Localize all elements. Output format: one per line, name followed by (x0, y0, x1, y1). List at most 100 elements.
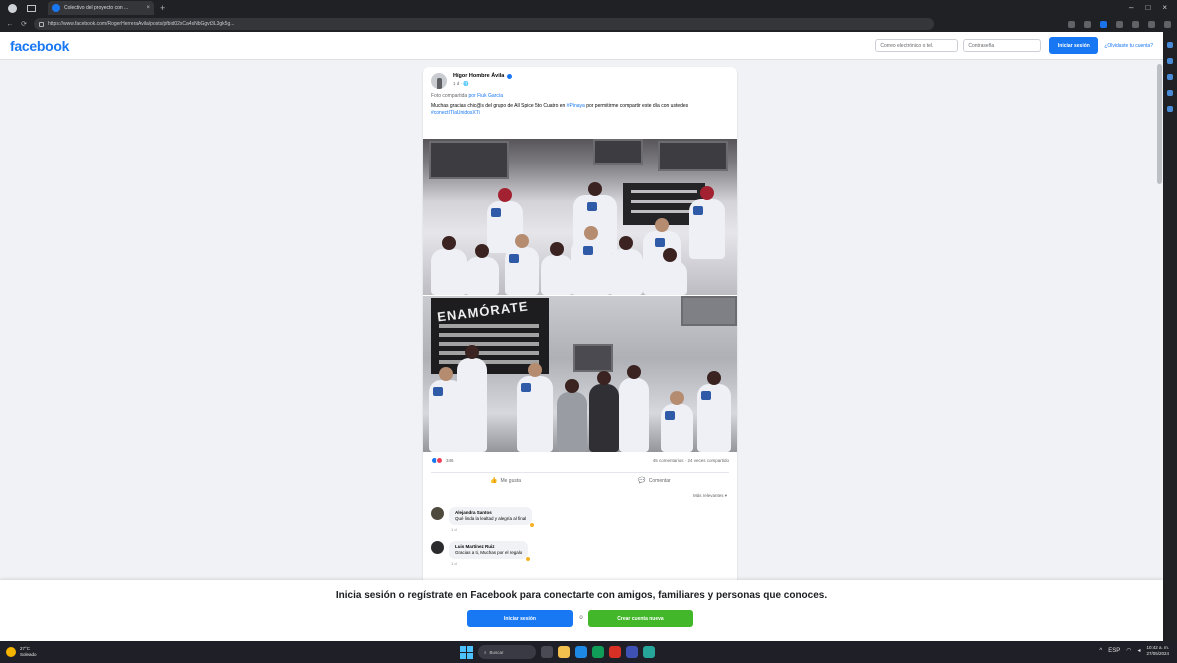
collections-icon[interactable] (1148, 20, 1155, 28)
caption-tag-link[interactable]: #Pinaya (567, 103, 585, 109)
workspaces-icon[interactable] (27, 4, 36, 12)
favorites-icon[interactable] (1132, 20, 1139, 28)
clock-time: 10:42 a. m. (1146, 645, 1169, 650)
reaction-emoji-icon (529, 522, 536, 528)
lock-icon (39, 21, 44, 27)
commenter-avatar[interactable] (431, 541, 444, 554)
verified-badge-icon (507, 73, 513, 79)
comment-icon: 💬 (638, 478, 646, 484)
comment-text: Qué linda la lealtad y alegría al final (455, 516, 527, 521)
back-icon[interactable]: ← (6, 21, 14, 28)
create-account-button[interactable]: Crear cuenta nueva (588, 610, 693, 627)
person (697, 371, 731, 452)
wall-frame (593, 139, 643, 165)
clock[interactable]: 10:42 a. m. 27/05/2024 (1146, 645, 1169, 657)
login-banner-message: Inicia sesión o regístrate en Facebook p… (335, 590, 828, 601)
email-field[interactable]: Correo electrónico o tel. (875, 39, 959, 52)
password-field[interactable]: Contraseña (963, 39, 1042, 52)
person (571, 226, 611, 295)
commenter-name[interactable]: Alejandra Santos (455, 510, 526, 515)
language-indicator[interactable]: ESP (1108, 648, 1120, 654)
person (589, 371, 619, 452)
app-icon[interactable] (609, 646, 621, 658)
banner-login-button[interactable]: Iniciar sesión (467, 610, 573, 627)
extension-icon[interactable] (1116, 20, 1123, 28)
page-scrollbar[interactable] (1156, 60, 1163, 641)
sun-icon (6, 647, 16, 657)
wall-frame (681, 296, 737, 326)
address-bar[interactable]: https://www.facebook.com/RogerHerreraAvi… (34, 18, 934, 30)
sort-comments-dropdown[interactable]: Más relevantes ▾ (693, 493, 727, 499)
close-window-button[interactable]: × (1162, 4, 1167, 12)
start-button[interactable] (460, 645, 473, 659)
sidebar-app-icon[interactable] (1167, 90, 1173, 96)
wall-frame (429, 141, 509, 179)
chevron-up-icon[interactable]: ^ (1099, 648, 1102, 654)
comment-button[interactable]: 💬 Comentar (580, 477, 729, 485)
reaction-emoji-icon (525, 556, 532, 562)
tab-title: Colectivo del proyecto con ... (64, 5, 129, 11)
caption-text-rest: por permitirme compartir este día con us… (586, 103, 689, 109)
taskbar-search[interactable]: ⌕ Buscar (478, 645, 536, 659)
profile-icon[interactable] (8, 3, 17, 13)
sidebar-search-icon[interactable] (1167, 42, 1173, 48)
app-icon[interactable] (643, 646, 655, 658)
sidebar-app-icon[interactable] (1167, 58, 1173, 64)
shared-by-link[interactable]: por Fiuk García (469, 93, 503, 99)
close-tab-icon[interactable]: × (146, 5, 150, 11)
like-button[interactable]: 👍 Me gusta (431, 477, 580, 485)
hashtag-link[interactable]: #conectITlaUnidosXTi (431, 110, 480, 116)
browser-tab[interactable]: Colectivo del proyecto con ... × (48, 1, 154, 15)
comment-age: 1 d (451, 527, 457, 532)
system-tray: ^ ESP ◠ ◂ 10:42 a. m. 27/05/2024 (1099, 645, 1169, 657)
group-photo-1[interactable] (423, 139, 737, 295)
store-icon[interactable] (592, 646, 604, 658)
weather-widget[interactable]: 27°C Soleado (6, 646, 76, 658)
comment-label: Comentar (648, 477, 671, 484)
love-reaction-icon[interactable] (436, 457, 443, 464)
sidebar-app-icon[interactable] (1167, 74, 1173, 80)
extension-icon[interactable] (1084, 20, 1091, 28)
task-view-icon[interactable] (541, 646, 553, 658)
app-icon[interactable] (626, 646, 638, 658)
comments-shares-count[interactable]: 45 comentarios · 24 veces compartido (653, 458, 729, 463)
volume-icon[interactable]: ◂ (1137, 647, 1140, 654)
wifi-icon[interactable]: ◠ (1126, 647, 1131, 654)
wall-frame (658, 141, 728, 171)
facebook-favicon-icon (52, 4, 60, 12)
post-card: Hígor Hombre Ávila 1 d · 🌐 Foto comparti… (423, 67, 737, 587)
post-meta: 1 d · 🌐 (453, 81, 469, 86)
file-explorer-icon[interactable] (558, 646, 570, 658)
group-photo-2[interactable]: ENAMÓRATE (423, 296, 737, 452)
person (541, 242, 573, 295)
comment-item: Alejandra Santos Qué linda la lealtad y … (431, 507, 536, 532)
sidebar-app-icon[interactable] (1167, 106, 1173, 112)
wall-frame (573, 344, 613, 372)
settings-menu-icon[interactable] (1164, 20, 1171, 28)
minimize-button[interactable]: – (1129, 4, 1133, 12)
refresh-icon[interactable]: ⟳ (20, 20, 28, 28)
person (465, 244, 499, 295)
commenter-avatar[interactable] (431, 507, 444, 520)
author-name[interactable]: Hígor Hombre Ávila (453, 73, 504, 79)
reaction-count[interactable]: 346 (446, 458, 454, 463)
author-avatar[interactable] (431, 73, 447, 89)
facebook-logo[interactable]: facebook (10, 38, 69, 54)
maximize-button[interactable]: □ (1145, 4, 1150, 12)
reactions-row: 346 45 comentarios · 24 veces compartido (431, 457, 729, 464)
scrollbar-thumb[interactable] (1157, 64, 1162, 184)
window-controls: – □ × (1129, 4, 1177, 12)
edge-browser-icon[interactable] (575, 646, 587, 658)
forgot-account-link[interactable]: ¿Olvidaste tu cuenta? (1104, 43, 1153, 49)
header-login-button[interactable]: Iniciar sesión (1049, 37, 1099, 54)
post-photos[interactable]: ENAMÓRATE (423, 139, 737, 452)
comment-age: 1 d (451, 561, 457, 566)
comment-text: Gracias a ti, Muchas por el regalo (455, 550, 523, 555)
extension-icon[interactable] (1100, 20, 1107, 28)
post-caption: Muchas gracias chic@s del grupo de All S… (423, 99, 737, 118)
new-tab-button[interactable]: + (160, 3, 165, 13)
commenter-name[interactable]: Luis Martínez Ruiz (455, 544, 522, 549)
extension-icon[interactable] (1068, 20, 1075, 28)
person (557, 379, 587, 452)
extensions-toolbar (1068, 20, 1171, 28)
